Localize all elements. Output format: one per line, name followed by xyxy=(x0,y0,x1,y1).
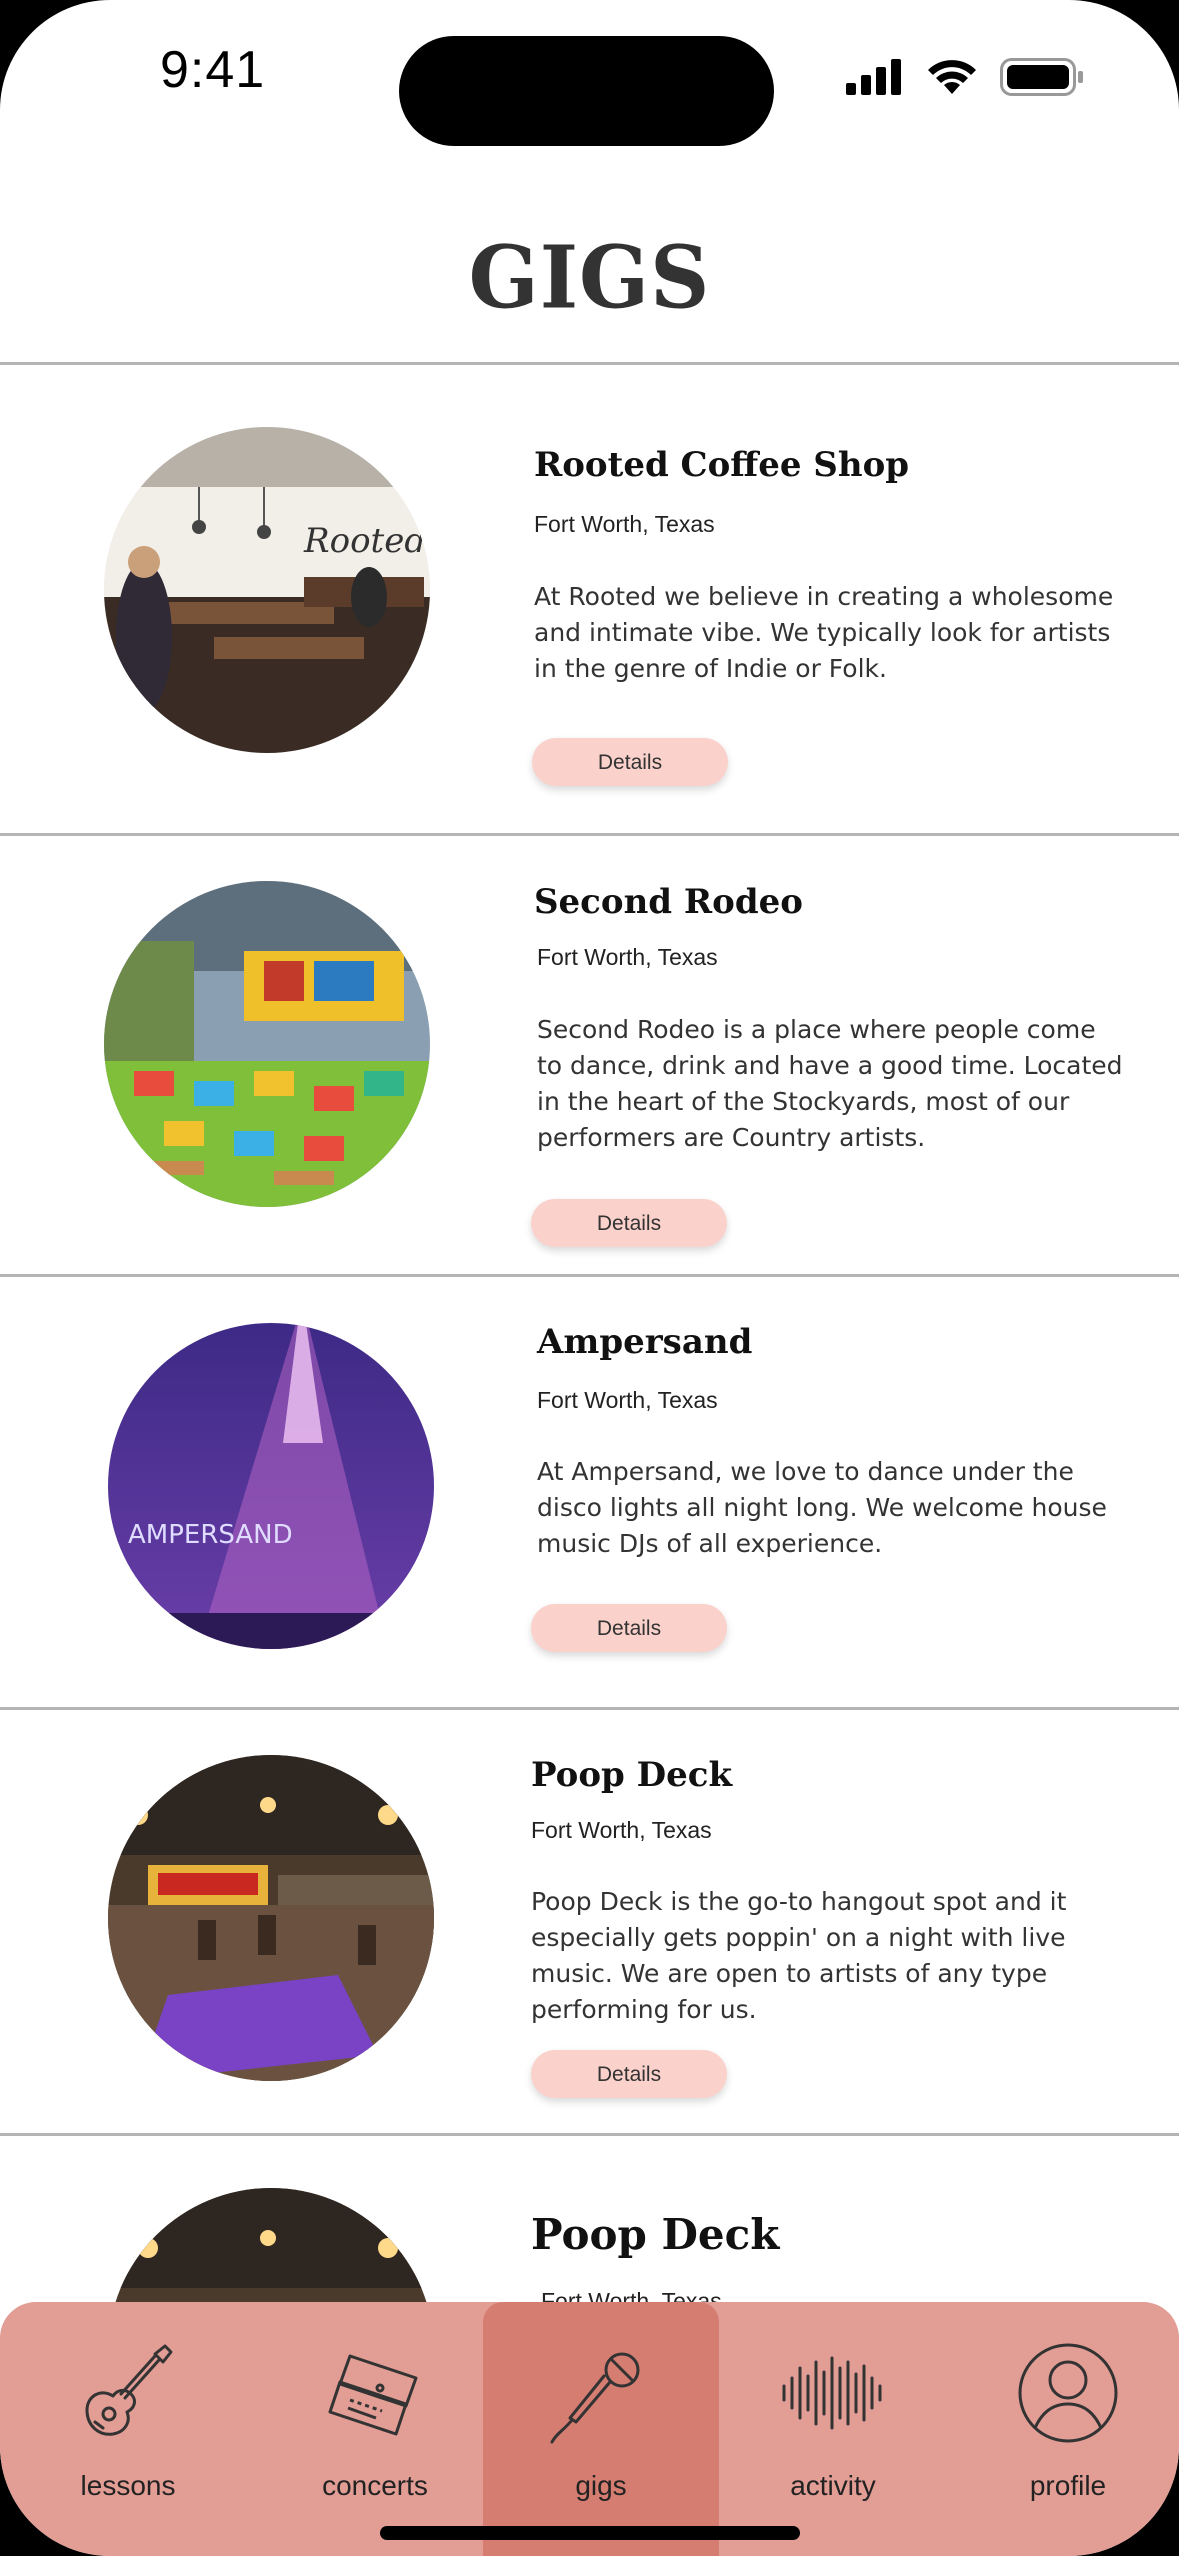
status-bar: 9:41 xyxy=(0,0,1179,150)
cellular-signal-icon xyxy=(846,59,901,95)
dynamic-island xyxy=(399,36,774,146)
tab-label: gigs xyxy=(575,2470,627,2501)
venue-description: At Ampersand, we love to dance under the… xyxy=(537,1457,1107,1558)
tickets-icon xyxy=(328,2354,418,2436)
wifi-icon xyxy=(928,60,976,94)
app-screen: 9:41 GIGS Rooted Rooted Coffee Shop Fort… xyxy=(0,0,1179,2556)
venue-description: Poop Deck is the go-to hangout spot and … xyxy=(531,1887,1067,2024)
tab-gigs[interactable]: gigs xyxy=(483,2302,719,2556)
microphone-icon xyxy=(550,2352,640,2444)
venue-location: Fort Worth, Texas xyxy=(537,1387,718,1413)
venue-photo[interactable] xyxy=(108,1755,434,2081)
page-title: GIGS xyxy=(468,227,711,329)
venue-name: Second Rodeo xyxy=(534,882,803,922)
svg-text:AMPERSAND: AMPERSAND xyxy=(128,1520,293,1550)
gig-card: Second Rodeo Fort Worth, Texas Second Ro… xyxy=(0,836,1179,1274)
tab-label: activity xyxy=(790,2470,876,2501)
gig-card: Poop Deck Fort Worth, Texas xyxy=(0,2136,1179,2514)
battery-icon xyxy=(1000,58,1083,96)
status-icons xyxy=(846,52,1084,102)
guitar-icon xyxy=(85,2344,173,2436)
venue-location: Fort Worth, Texas xyxy=(534,511,715,537)
tab-label: profile xyxy=(1029,2470,1107,2501)
tab-profile[interactable]: profile xyxy=(950,2302,1179,2556)
svg-text:Rooted: Rooted xyxy=(303,521,426,561)
status-time: 9:41 xyxy=(160,41,266,99)
tab-bar: lessons concerts gigs activity profile xyxy=(0,2302,1179,2556)
gig-card: AMPERSAND Ampersand Fort Worth, Texas At… xyxy=(0,1277,1179,1707)
venue-photo[interactable]: AMPERSAND xyxy=(108,1323,434,1649)
tab-activity[interactable]: activity xyxy=(715,2302,951,2556)
venue-location: Fort Worth, Texas xyxy=(537,944,718,970)
tab-label: concerts xyxy=(322,2470,428,2501)
user-icon xyxy=(1018,2343,1118,2443)
details-button[interactable]: Details xyxy=(531,1604,727,1652)
gig-card: Poop Deck Fort Worth, Texas Poop Deck is… xyxy=(0,1710,1179,2133)
venue-photo[interactable] xyxy=(104,881,430,1207)
venue-name: Rooted Coffee Shop xyxy=(534,445,910,485)
venue-photo[interactable]: Rooted xyxy=(104,427,430,753)
venue-name: Poop Deck xyxy=(531,1755,732,1795)
home-indicator[interactable] xyxy=(380,2526,800,2540)
tab-lessons[interactable]: lessons xyxy=(10,2302,246,2556)
details-button[interactable]: Details xyxy=(531,2050,727,2098)
venue-location: Fort Worth, Texas xyxy=(531,1817,712,1843)
tab-label: lessons xyxy=(80,2470,176,2501)
venue-description: Second Rodeo is a place where people com… xyxy=(537,1015,1123,1152)
tab-concerts[interactable]: concerts xyxy=(257,2302,493,2556)
venue-name: Ampersand xyxy=(537,1322,753,1362)
soundwave-icon xyxy=(782,2356,882,2430)
venue-description: At Rooted we believe in creating a whole… xyxy=(534,582,1114,683)
venue-name: Poop Deck xyxy=(531,2210,780,2259)
gig-card: Rooted Rooted Coffee Shop Fort Worth, Te… xyxy=(0,365,1179,833)
details-button[interactable]: Details xyxy=(531,1199,727,1247)
details-button[interactable]: Details xyxy=(532,738,728,786)
